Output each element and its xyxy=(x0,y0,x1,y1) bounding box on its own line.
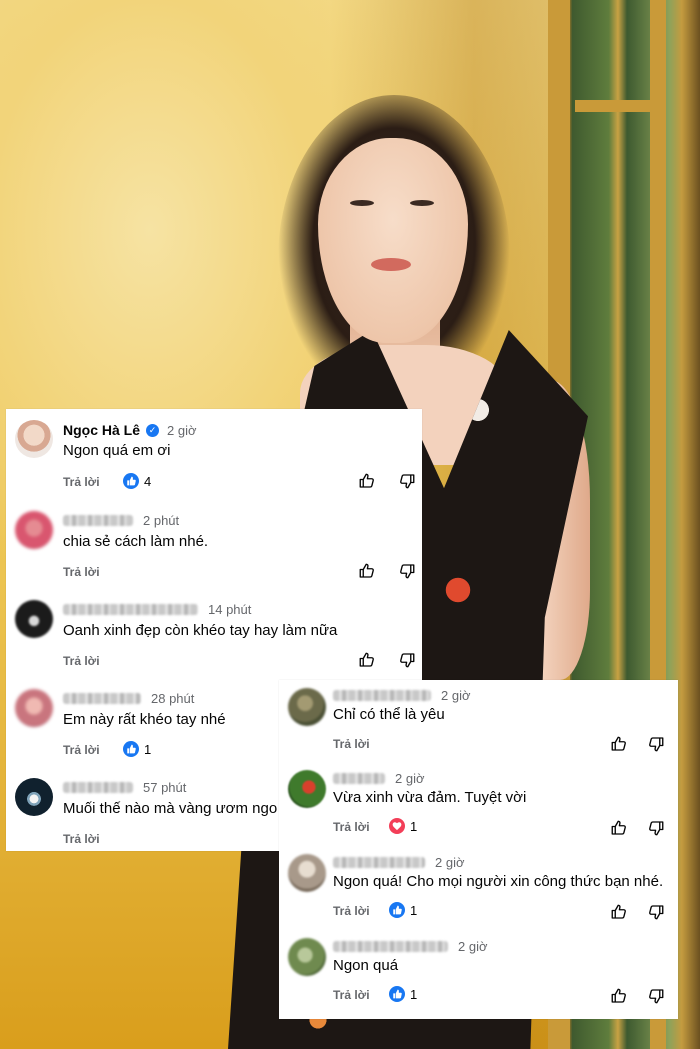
avatar[interactable] xyxy=(15,689,53,727)
like-count: 1 xyxy=(144,741,152,757)
avatar[interactable] xyxy=(288,938,326,976)
reply-button[interactable]: Trả lời xyxy=(333,904,370,918)
thumbs-down-outline-icon[interactable] xyxy=(647,903,665,921)
like-count: 4 xyxy=(144,473,152,489)
comment-item: Ngọc Hà Lê ✓ 2 giờ Ngon quá em ơi Trả lờ… xyxy=(6,409,422,499)
blurred-commenter-name xyxy=(63,604,198,615)
avatar[interactable] xyxy=(15,420,53,458)
comment-text: Ngon quá xyxy=(333,957,399,974)
comment-header: Ngọc Hà Lê ✓ 2 giờ xyxy=(63,422,197,438)
reply-button[interactable]: Trả lời xyxy=(63,565,100,579)
verified-badge-icon: ✓ xyxy=(146,423,160,437)
comment-item: 2 giờ Vừa xinh vừa đảm. Tuyệt vời Trả lờ… xyxy=(279,764,678,848)
blurred-commenter-name xyxy=(333,690,431,701)
thumbs-up-outline-icon[interactable] xyxy=(610,819,628,837)
door-frame xyxy=(575,100,650,112)
reaction-count[interactable]: 1 xyxy=(389,986,417,1002)
reply-button[interactable]: Trả lời xyxy=(333,737,370,751)
thumbs-up-outline-icon[interactable] xyxy=(358,562,376,580)
comment-text: Muối thế nào mà vàng ươm ngo xyxy=(63,800,278,817)
like-count: 1 xyxy=(410,986,418,1002)
reaction-count[interactable]: 1 xyxy=(389,902,417,918)
thumbs-down-outline-icon[interactable] xyxy=(398,472,416,490)
eye xyxy=(350,200,374,206)
comment-time[interactable]: 2 phút xyxy=(143,513,179,528)
comment-time[interactable]: 2 giờ xyxy=(395,771,425,786)
comment-time[interactable]: 2 giờ xyxy=(458,939,488,954)
thumbs-up-icon xyxy=(389,986,405,1002)
thumbs-up-outline-icon[interactable] xyxy=(358,472,376,490)
avatar[interactable] xyxy=(288,770,326,808)
reply-button[interactable]: Trả lời xyxy=(333,988,370,1002)
commenter-name[interactable]: Ngọc Hà Lê xyxy=(63,422,140,438)
heart-icon xyxy=(389,818,405,834)
comment-text: Chỉ có thể là yêu xyxy=(333,706,445,723)
blurred-commenter-name xyxy=(63,693,141,704)
thumbs-up-outline-icon[interactable] xyxy=(358,651,376,669)
comment-header: 2 giờ xyxy=(333,688,471,703)
reaction-count[interactable]: 1 xyxy=(123,741,151,757)
thumbs-up-icon xyxy=(123,741,139,757)
thumbs-up-icon xyxy=(389,902,405,918)
blurred-commenter-name xyxy=(63,515,133,526)
comment-item: 2 giờ Ngon quá Trả lời 1 xyxy=(279,932,678,1019)
comment-time[interactable]: 2 giờ xyxy=(435,855,465,870)
reply-button[interactable]: Trả lời xyxy=(63,832,100,846)
comment-time[interactable]: 14 phút xyxy=(208,602,251,617)
comment-item: 2 phút chia sẻ cách làm nhé. Trả lời xyxy=(6,498,422,588)
comment-header: 2 phút xyxy=(63,513,179,528)
comment-time[interactable]: 2 giờ xyxy=(441,688,471,703)
comment-text: Em này rất khéo tay nhé xyxy=(63,711,226,728)
comment-header: 14 phút xyxy=(63,602,251,617)
thumbs-down-outline-icon[interactable] xyxy=(647,819,665,837)
blurred-commenter-name xyxy=(333,941,448,952)
thumbs-down-outline-icon[interactable] xyxy=(647,735,665,753)
comment-item: 14 phút Oanh xinh đẹp còn khéo tay hay l… xyxy=(6,587,422,677)
blurred-commenter-name xyxy=(333,857,425,868)
woman-face xyxy=(318,138,468,343)
reply-button[interactable]: Trả lời xyxy=(333,820,370,834)
avatar[interactable] xyxy=(288,688,326,726)
comment-card-right: 2 giờ Chỉ có thể là yêu Trả lời 2 giờ Vừ… xyxy=(279,680,678,1019)
thumbs-down-outline-icon[interactable] xyxy=(398,651,416,669)
reply-button[interactable]: Trả lời xyxy=(63,743,100,757)
comment-time[interactable]: 2 giờ xyxy=(167,423,197,438)
comment-header: 2 giờ xyxy=(333,939,488,954)
thumbs-up-outline-icon[interactable] xyxy=(610,903,628,921)
comment-text: chia sẻ cách làm nhé. xyxy=(63,533,209,550)
comment-text: Vừa xinh vừa đảm. Tuyệt vời xyxy=(333,789,527,806)
reaction-count[interactable]: 1 xyxy=(389,818,417,834)
comment-header: 57 phút xyxy=(63,780,186,795)
like-count: 1 xyxy=(410,902,418,918)
lips xyxy=(371,258,411,271)
avatar[interactable] xyxy=(15,778,53,816)
eye xyxy=(410,200,434,206)
comment-header: 2 giờ xyxy=(333,855,465,870)
thumbs-up-icon xyxy=(123,473,139,489)
comment-header: 28 phút xyxy=(63,691,194,706)
thumbs-down-outline-icon[interactable] xyxy=(647,987,665,1005)
love-count: 1 xyxy=(410,818,418,834)
avatar[interactable] xyxy=(288,854,326,892)
comment-time[interactable]: 28 phút xyxy=(151,691,194,706)
comment-text: Ngon quá! Cho mọi người xin công thức bạ… xyxy=(333,873,664,890)
reply-button[interactable]: Trả lời xyxy=(63,654,100,668)
comment-text: Ngon quá em ơi xyxy=(63,442,171,459)
blurred-commenter-name xyxy=(63,782,133,793)
comment-header: 2 giờ xyxy=(333,771,425,786)
avatar[interactable] xyxy=(15,511,53,549)
comment-time[interactable]: 57 phút xyxy=(143,780,186,795)
blurred-commenter-name xyxy=(333,773,385,784)
thumbs-down-outline-icon[interactable] xyxy=(398,562,416,580)
comment-item: 2 giờ Chỉ có thể là yêu Trả lời xyxy=(279,680,678,764)
comment-item: 2 giờ Ngon quá! Cho mọi người xin công t… xyxy=(279,848,678,932)
comment-text: Oanh xinh đẹp còn khéo tay hay làm nữa xyxy=(63,622,338,639)
thumbs-up-outline-icon[interactable] xyxy=(610,735,628,753)
avatar[interactable] xyxy=(15,600,53,638)
thumbs-up-outline-icon[interactable] xyxy=(610,987,628,1005)
reaction-count[interactable]: 4 xyxy=(123,473,151,489)
reply-button[interactable]: Trả lời xyxy=(63,475,100,489)
